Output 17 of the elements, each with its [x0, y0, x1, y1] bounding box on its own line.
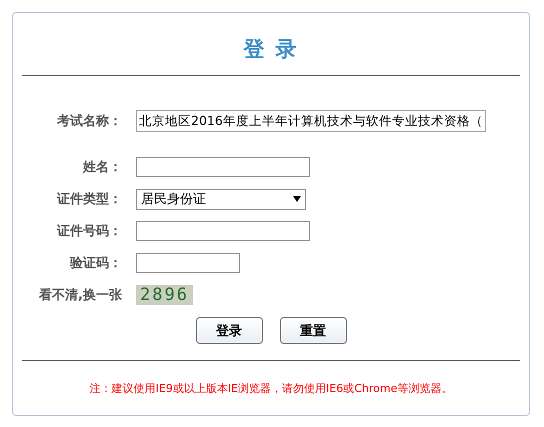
id-type-select[interactable]: 居民身份证	[136, 188, 306, 210]
field-label: 证件号码：	[57, 223, 122, 240]
field-label: 验证码：	[70, 255, 122, 272]
reset-button[interactable]: 重置	[280, 317, 346, 344]
field-label: 证件类型：	[57, 191, 122, 208]
dropdown-arrow-icon	[293, 196, 301, 202]
refresh-captcha-link[interactable]: 看不清,换一张	[39, 286, 122, 304]
field-label: 姓名：	[83, 159, 122, 176]
login-button[interactable]: 登录	[196, 317, 262, 344]
field-label: 考试名称：	[57, 113, 122, 130]
captcha-input-field[interactable]	[136, 253, 240, 273]
login-title: 登 录	[22, 13, 520, 76]
exam-name-field[interactable]: 北京地区2016年度上半年计算机技术与软件专业技术资格（	[136, 110, 486, 132]
browser-note: 注：建议使用IE9或以上版本IE浏览器，请勿使用IE6或Chrome等浏览器。	[88, 381, 454, 396]
input-field[interactable]	[136, 221, 310, 241]
input-field[interactable]	[136, 157, 310, 177]
captcha-image[interactable]: 2896	[136, 285, 193, 305]
